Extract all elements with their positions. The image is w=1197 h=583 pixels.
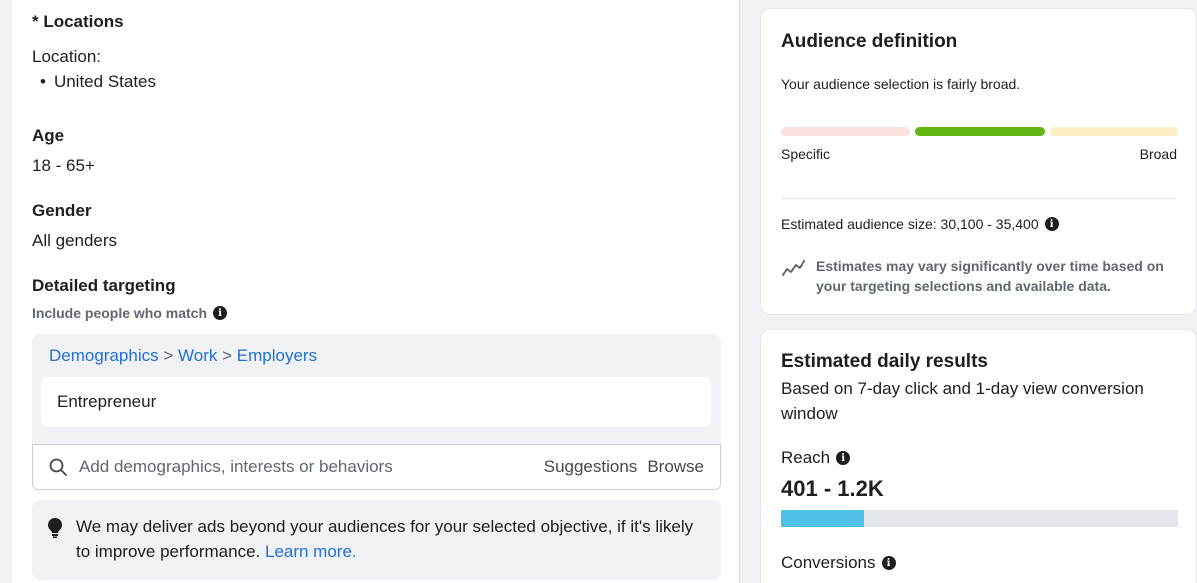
info-icon[interactable]: i bbox=[213, 306, 228, 320]
learn-more-link[interactable]: Learn more. bbox=[265, 542, 357, 561]
reach-bar bbox=[781, 510, 1178, 527]
info-icon[interactable]: i bbox=[836, 451, 851, 465]
notice-text: We may deliver ads beyond your audiences… bbox=[76, 517, 694, 561]
audience-size-text: Estimated audience size: 30,100 - 35,400 bbox=[781, 216, 1039, 232]
meter-specific-label: Specific bbox=[781, 146, 831, 162]
browse-button[interactable]: Browse bbox=[647, 457, 704, 477]
age-value: 18 - 65+ bbox=[32, 156, 95, 175]
breadcrumb-employers[interactable]: Employers bbox=[237, 346, 317, 365]
targeting-panel: * Locations Location: • United States Age… bbox=[12, 0, 740, 583]
meter-broad-segment bbox=[1050, 127, 1178, 136]
estimate-disclaimer: Estimates may vary significantly over ti… bbox=[816, 258, 1164, 294]
reach-label: Reach i bbox=[781, 448, 851, 468]
conversions-label: Conversions i bbox=[781, 553, 896, 573]
results-title: Estimated daily results bbox=[781, 351, 988, 372]
selected-targeting-item[interactable]: Entrepreneur bbox=[41, 377, 711, 427]
detailed-targeting-box: Demographics > Work > Employers Entrepre… bbox=[32, 334, 721, 490]
estimated-daily-results-card: Estimated daily results Based on 7-day c… bbox=[760, 329, 1197, 583]
audience-size: Estimated audience size: 30,100 - 35,400… bbox=[781, 216, 1059, 232]
location-item: • United States bbox=[40, 72, 156, 92]
trend-icon bbox=[782, 260, 805, 276]
search-input[interactable]: Add demographics, interests or behaviors bbox=[79, 457, 534, 477]
suggestions-button[interactable]: Suggestions bbox=[544, 457, 638, 477]
reach-bar-fill bbox=[781, 510, 865, 527]
age-heading: Age bbox=[32, 126, 65, 145]
audience-definition-card: Audience definition Your audience select… bbox=[760, 8, 1197, 315]
conversions-label-text: Conversions bbox=[781, 553, 876, 572]
gender-heading: Gender bbox=[32, 201, 92, 220]
gender-value: All genders bbox=[32, 231, 118, 250]
results-subtitle: Based on 7-day click and 1-day view conv… bbox=[781, 379, 1144, 423]
reach-label-text: Reach bbox=[781, 448, 831, 467]
info-icon[interactable]: i bbox=[881, 556, 896, 570]
breadcrumb: Demographics > Work > Employers bbox=[49, 346, 317, 366]
breadcrumb-work[interactable]: Work bbox=[178, 346, 217, 365]
location-label: Location: bbox=[32, 47, 101, 66]
info-icon[interactable]: i bbox=[1044, 217, 1059, 231]
audience-definition-title: Audience definition bbox=[781, 31, 958, 52]
include-label-text: Include people who match bbox=[32, 305, 208, 321]
targeting-search-row[interactable]: Add demographics, interests or behaviors… bbox=[32, 444, 721, 490]
meter-broad-label: Broad bbox=[1139, 146, 1177, 162]
detailed-targeting-heading: Detailed targeting bbox=[32, 276, 176, 295]
audience-summary: Your audience selection is fairly broad. bbox=[781, 76, 1021, 92]
meter-specific-segment bbox=[781, 127, 910, 136]
location-item-label: United States bbox=[53, 72, 157, 91]
include-label: Include people who match i bbox=[32, 305, 228, 321]
reach-value: 401 - 1.2K bbox=[781, 476, 884, 501]
divider bbox=[781, 198, 1176, 199]
search-icon bbox=[49, 458, 67, 476]
locations-heading: * Locations bbox=[32, 12, 124, 31]
right-column: Audience definition Your audience select… bbox=[740, 0, 1197, 583]
meter-active-segment bbox=[915, 127, 1045, 136]
breadcrumb-sep: > bbox=[222, 346, 233, 365]
audience-expansion-notice: We may deliver ads beyond your audiences… bbox=[32, 500, 721, 580]
lightbulb-icon bbox=[48, 518, 62, 538]
breadcrumb-sep: > bbox=[163, 346, 174, 365]
breadcrumb-demographics[interactable]: Demographics bbox=[49, 346, 159, 365]
bullet: • bbox=[40, 72, 46, 91]
